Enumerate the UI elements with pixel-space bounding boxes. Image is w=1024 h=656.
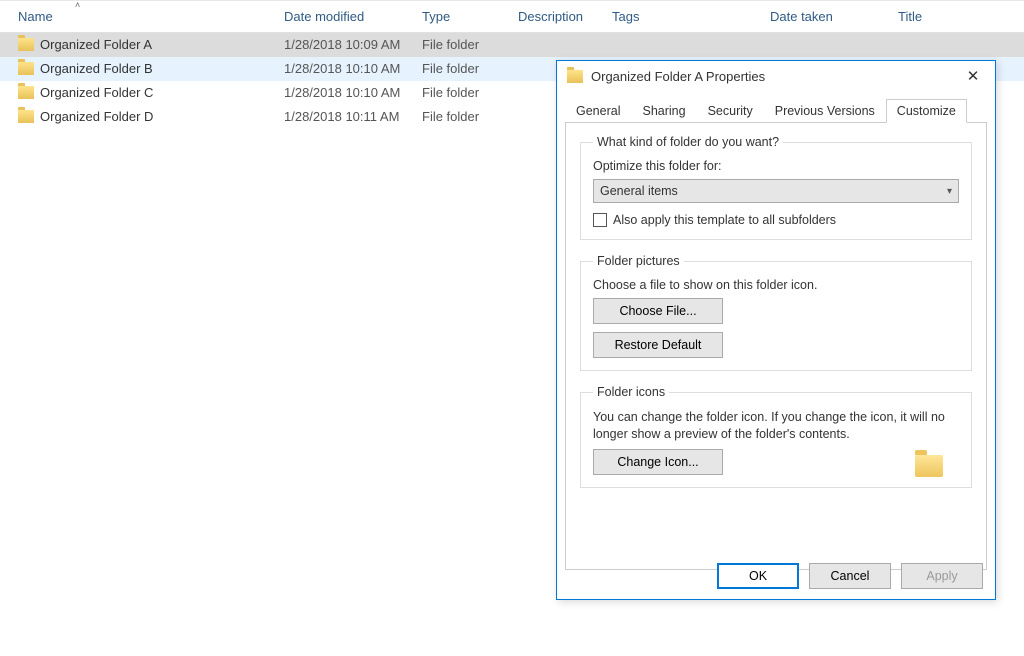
row-name: Organized Folder A xyxy=(40,37,152,52)
optimize-combo[interactable]: General items ▾ xyxy=(593,179,959,203)
folder-icon xyxy=(567,70,583,83)
restore-default-button[interactable]: Restore Default xyxy=(593,332,723,358)
column-type[interactable]: Type xyxy=(422,1,518,33)
column-header-row: Name ˄ Date modified Type Description Ta… xyxy=(0,1,1024,33)
folder-preview-icon xyxy=(915,455,943,477)
folder-icons-legend: Folder icons xyxy=(593,385,669,399)
folder-icon xyxy=(18,62,34,75)
row-modified: 1/28/2018 10:10 AM xyxy=(284,61,400,76)
dialog-titlebar[interactable]: Organized Folder A Properties ✕ xyxy=(557,61,995,91)
row-type: File folder xyxy=(422,109,479,124)
also-apply-label: Also apply this template to all subfolde… xyxy=(613,213,836,227)
folder-pictures-group: Folder pictures Choose a file to show on… xyxy=(580,254,972,371)
also-apply-checkbox[interactable] xyxy=(593,213,607,227)
row-type: File folder xyxy=(422,61,479,76)
row-modified: 1/28/2018 10:10 AM xyxy=(284,85,400,100)
dialog-button-row: OK Cancel Apply xyxy=(717,563,983,589)
folder-icon xyxy=(18,38,34,51)
row-name: Organized Folder D xyxy=(40,109,153,124)
properties-dialog: Organized Folder A Properties ✕ General … xyxy=(556,60,996,600)
also-apply-row: Also apply this template to all subfolde… xyxy=(593,213,959,227)
row-name: Organized Folder B xyxy=(40,61,153,76)
tab-general[interactable]: General xyxy=(565,99,631,123)
choose-file-button[interactable]: Choose File... xyxy=(593,298,723,324)
apply-button[interactable]: Apply xyxy=(901,563,983,589)
tab-sharing[interactable]: Sharing xyxy=(631,99,696,123)
tab-security[interactable]: Security xyxy=(697,99,764,123)
folder-icon xyxy=(18,110,34,123)
column-name-label: Name xyxy=(18,9,53,24)
row-modified: 1/28/2018 10:09 AM xyxy=(284,37,400,52)
folder-icons-group: Folder icons You can change the folder i… xyxy=(580,385,972,488)
column-tags[interactable]: Tags xyxy=(612,1,770,33)
column-modified[interactable]: Date modified xyxy=(284,1,422,33)
sort-ascending-icon: ˄ xyxy=(75,0,80,10)
ok-button[interactable]: OK xyxy=(717,563,799,589)
column-description[interactable]: Description xyxy=(518,1,612,33)
folder-kind-legend: What kind of folder do you want? xyxy=(593,135,783,149)
tab-bar: General Sharing Security Previous Versio… xyxy=(557,91,995,123)
row-name: Organized Folder C xyxy=(40,85,153,100)
row-type: File folder xyxy=(422,85,479,100)
row-type: File folder xyxy=(422,37,479,52)
optimize-combo-value: General items xyxy=(600,184,678,198)
folder-icons-caption: You can change the folder icon. If you c… xyxy=(593,409,959,443)
close-button[interactable]: ✕ xyxy=(961,64,985,88)
close-icon: ✕ xyxy=(967,67,980,85)
folder-kind-group: What kind of folder do you want? Optimiz… xyxy=(580,135,972,240)
column-date-taken[interactable]: Date taken xyxy=(770,1,898,33)
folder-pictures-caption: Choose a file to show on this folder ico… xyxy=(593,278,959,292)
tab-customize[interactable]: Customize xyxy=(886,99,967,123)
folder-pictures-legend: Folder pictures xyxy=(593,254,684,268)
optimize-label: Optimize this folder for: xyxy=(593,159,959,173)
row-modified: 1/28/2018 10:11 AM xyxy=(284,109,399,124)
column-name[interactable]: Name ˄ xyxy=(0,1,284,33)
dialog-title: Organized Folder A Properties xyxy=(591,69,961,84)
table-row[interactable]: Organized Folder A 1/28/2018 10:09 AM Fi… xyxy=(0,33,1024,57)
chevron-down-icon: ▾ xyxy=(947,186,952,197)
customize-panel: What kind of folder do you want? Optimiz… xyxy=(565,122,987,570)
folder-icon xyxy=(18,86,34,99)
change-icon-button[interactable]: Change Icon... xyxy=(593,449,723,475)
cancel-button[interactable]: Cancel xyxy=(809,563,891,589)
tab-previous-versions[interactable]: Previous Versions xyxy=(764,99,886,123)
column-title[interactable]: Title xyxy=(898,1,1024,33)
